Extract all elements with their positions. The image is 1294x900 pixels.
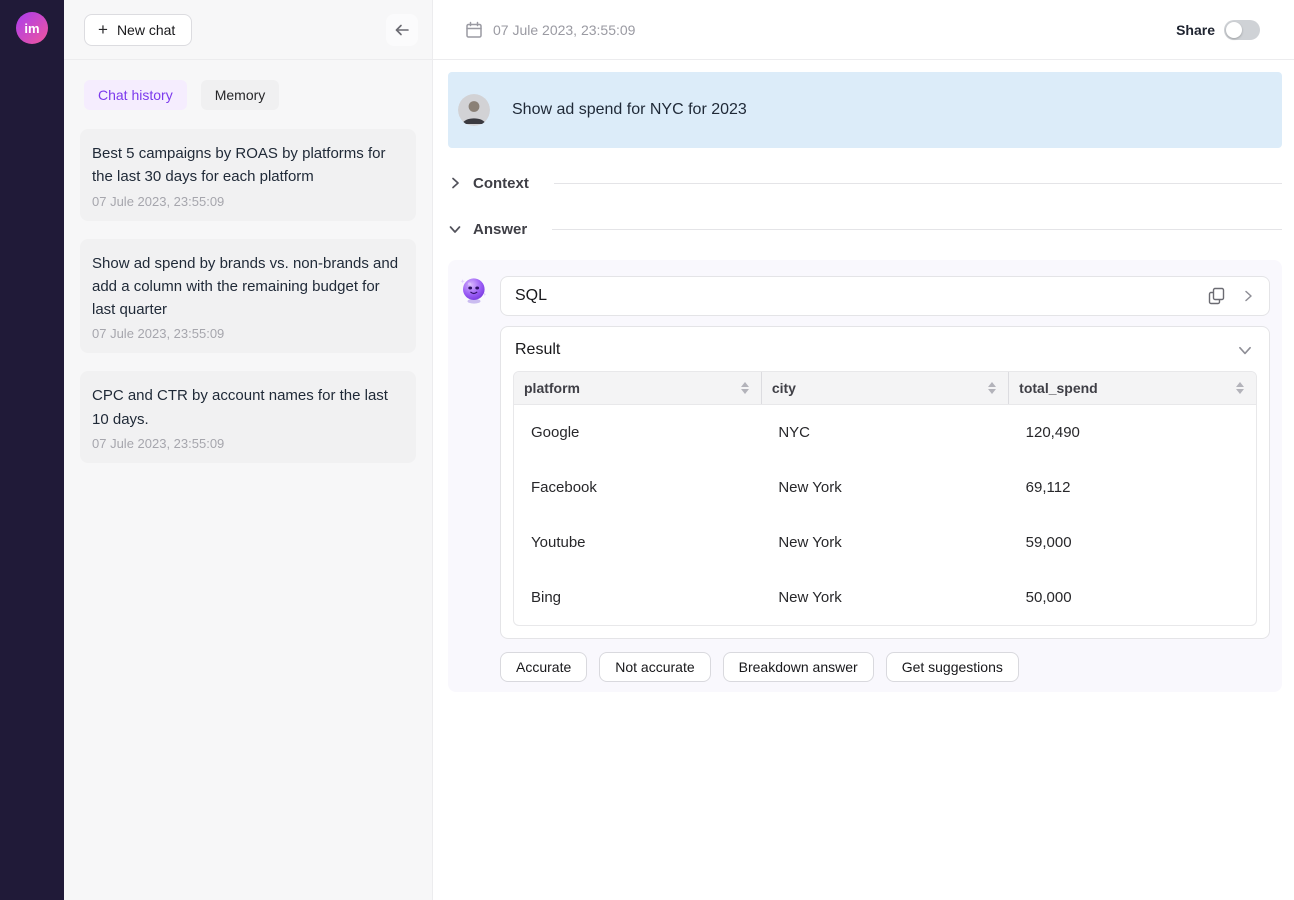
table-cell: 59,000 xyxy=(1009,515,1256,570)
user-message-bubble: Show ad spend for NYC for 2023 xyxy=(448,72,1282,148)
table-cell: Facebook xyxy=(514,460,761,515)
share-label: Share xyxy=(1176,22,1215,38)
chevron-down-icon xyxy=(1237,342,1253,358)
table-row: FacebookNew York69,112 xyxy=(514,460,1256,515)
tab-chat-history[interactable]: Chat history xyxy=(84,80,187,110)
chat-history-item[interactable]: CPC and CTR by account names for the las… xyxy=(80,371,416,463)
chat-history-item[interactable]: Best 5 campaigns by ROAS by platforms fo… xyxy=(80,129,416,221)
context-section-label: Context xyxy=(473,175,529,192)
answer-section-label: Answer xyxy=(473,221,527,238)
chat-history-item-timestamp: 07 Jule 2023, 23:55:09 xyxy=(92,194,402,209)
column-label: platform xyxy=(524,380,580,396)
chat-history-item[interactable]: Show ad spend by brands vs. non-brands a… xyxy=(80,239,416,354)
share-toggle-knob xyxy=(1226,22,1242,38)
section-divider xyxy=(552,229,1282,230)
section-divider xyxy=(554,183,1282,184)
app-logo-text: im xyxy=(24,21,39,36)
chevron-down-icon xyxy=(448,222,462,236)
result-header[interactable]: Result xyxy=(513,339,1257,371)
context-section-toggle[interactable]: Context xyxy=(448,172,1282,194)
sql-label: SQL xyxy=(515,287,547,305)
share-toggle[interactable] xyxy=(1224,20,1260,40)
column-header-platform[interactable]: platform xyxy=(514,372,761,405)
chat-history-item-title: CPC and CTR by account names for the las… xyxy=(92,384,402,431)
answer-section-toggle[interactable]: Answer xyxy=(448,218,1282,240)
column-label: city xyxy=(772,380,796,396)
result-table: platform city total_spend GoogleNYC120,490… xyxy=(514,372,1256,625)
sort-arrows-icon[interactable] xyxy=(988,382,996,394)
chevron-right-icon xyxy=(1241,289,1255,303)
collapse-sidebar-button[interactable] xyxy=(386,14,418,46)
result-panel: Result platform city total_spend GoogleNYC… xyxy=(500,326,1270,639)
sort-arrows-icon[interactable] xyxy=(1236,382,1244,394)
table-cell: NYC xyxy=(761,405,1008,461)
table-row: YoutubeNew York59,000 xyxy=(514,515,1256,570)
sidebar: + New chat Chat history Memory Best 5 ca… xyxy=(64,0,433,900)
crystal-ball-avatar xyxy=(460,276,488,304)
new-chat-button[interactable]: + New chat xyxy=(84,14,192,46)
chat-history-item-timestamp: 07 Jule 2023, 23:55:09 xyxy=(92,326,402,341)
sql-bar-icons xyxy=(1208,287,1255,305)
table-cell: New York xyxy=(761,570,1008,625)
app-logo[interactable]: im xyxy=(16,12,48,44)
column-header-city[interactable]: city xyxy=(761,372,1008,405)
chat-history-item-timestamp: 07 Jule 2023, 23:55:09 xyxy=(92,436,402,451)
breakdown-answer-button[interactable]: Breakdown answer xyxy=(723,652,874,682)
table-cell: 50,000 xyxy=(1009,570,1256,625)
answer-card: SQL xyxy=(448,260,1282,692)
sidebar-header: + New chat xyxy=(64,0,432,60)
table-cell: New York xyxy=(761,515,1008,570)
column-label: total_spend xyxy=(1019,380,1098,396)
user-avatar xyxy=(458,94,490,126)
chat-timestamp: 07 Jule 2023, 23:55:09 xyxy=(493,22,635,38)
sidebar-tabs: Chat history Memory xyxy=(84,80,412,110)
tab-memory[interactable]: Memory xyxy=(201,80,280,110)
copy-sql-button[interactable] xyxy=(1208,287,1225,305)
chat-history-item-title: Best 5 campaigns by ROAS by platforms fo… xyxy=(92,142,402,189)
arrow-left-icon xyxy=(393,21,411,39)
column-header-total_spend[interactable]: total_spend xyxy=(1009,372,1256,405)
table-cell: Bing xyxy=(514,570,761,625)
table-row: GoogleNYC120,490 xyxy=(514,405,1256,461)
chat-content: Show ad spend for NYC for 2023 Context A… xyxy=(433,60,1294,692)
calendar-icon xyxy=(465,21,483,39)
bot-answer-column: SQL xyxy=(500,276,1270,639)
table-cell: New York xyxy=(761,460,1008,515)
table-row: BingNew York50,000 xyxy=(514,570,1256,625)
result-table-wrap: platform city total_spend GoogleNYC120,490… xyxy=(513,371,1257,626)
copy-icon xyxy=(1208,287,1225,305)
get-suggestions-button[interactable]: Get suggestions xyxy=(886,652,1019,682)
table-cell: 69,112 xyxy=(1009,460,1256,515)
table-cell: Google xyxy=(514,405,761,461)
answer-actions: Accurate Not accurate Breakdown answer Get … xyxy=(500,652,1270,682)
bot-answer-row: SQL xyxy=(460,276,1270,639)
sql-bar[interactable]: SQL xyxy=(500,276,1270,316)
user-message-text: Show ad spend for NYC for 2023 xyxy=(512,101,747,119)
result-title: Result xyxy=(515,341,560,359)
chat-history-item-title: Show ad spend by brands vs. non-brands a… xyxy=(92,252,402,322)
chat-timestamp-group: 07 Jule 2023, 23:55:09 xyxy=(465,21,635,39)
app-rail: im xyxy=(0,0,64,900)
main-panel: 07 Jule 2023, 23:55:09 Share Show ad spe… xyxy=(433,0,1294,900)
chevron-right-icon xyxy=(448,176,462,190)
main-header: 07 Jule 2023, 23:55:09 Share xyxy=(433,0,1294,60)
table-cell: 120,490 xyxy=(1009,405,1256,461)
chat-history-list: Best 5 campaigns by ROAS by platforms fo… xyxy=(80,129,416,463)
plus-icon: + xyxy=(98,23,108,37)
share-group: Share xyxy=(1176,20,1260,40)
sort-arrows-icon[interactable] xyxy=(741,382,749,394)
not-accurate-button[interactable]: Not accurate xyxy=(599,652,710,682)
new-chat-label: New chat xyxy=(117,22,175,38)
table-cell: Youtube xyxy=(514,515,761,570)
expand-sql-button[interactable] xyxy=(1241,289,1255,303)
accurate-button[interactable]: Accurate xyxy=(500,652,587,682)
